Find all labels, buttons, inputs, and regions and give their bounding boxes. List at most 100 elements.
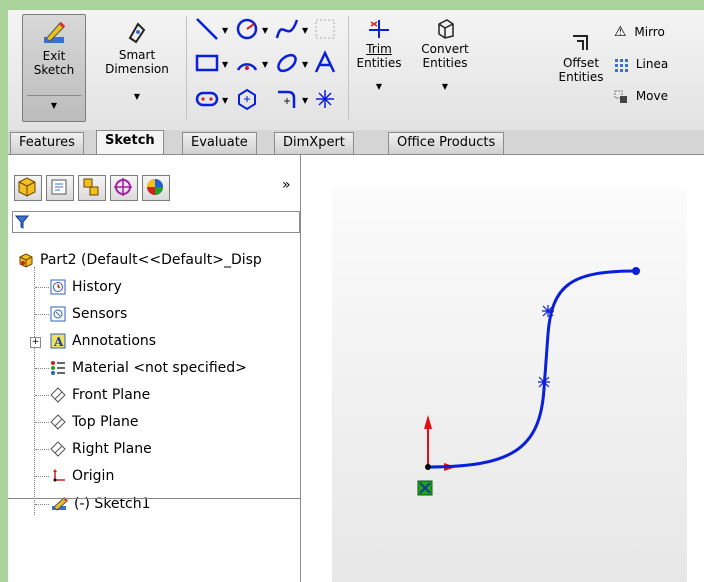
tree-divider — [8, 498, 300, 499]
point-tool-icon[interactable] — [312, 86, 338, 112]
trim-label-1: Trim — [366, 42, 392, 56]
plane-icon — [50, 414, 66, 430]
smart-dimension-button[interactable]: Smart Dimension ▼ — [92, 16, 182, 104]
tree-item-label: Right Plane — [72, 441, 152, 457]
tree-item-label: Origin — [72, 468, 115, 484]
dimxpert-manager-tab[interactable] — [110, 175, 138, 201]
tree-connector — [35, 504, 49, 505]
tree-item-label: Front Plane — [72, 387, 151, 403]
property-manager-tab[interactable] — [46, 175, 74, 201]
tree-item-annotations[interactable]: + A Annotations — [10, 328, 300, 355]
tree-item-sketch1[interactable]: (-) Sketch1 — [10, 491, 300, 518]
convert-entities-button[interactable]: Convert Entities ▼ — [412, 16, 478, 94]
origin-y-arrowhead — [424, 415, 432, 429]
tree-item-part[interactable]: Part2 (Default<<Default>_Disp — [10, 247, 300, 274]
polygon-tool-icon[interactable] — [234, 86, 260, 112]
chevron-down-icon[interactable]: ▼ — [354, 80, 404, 94]
move-entities-button[interactable]: Move — [614, 86, 668, 106]
tree-item-front-plane[interactable]: Front Plane — [10, 382, 300, 409]
chevron-down-icon[interactable]: ▼ — [23, 99, 85, 113]
tree-item-label: (-) Sketch1 — [74, 496, 151, 512]
tab-evaluate[interactable]: Evaluate — [182, 132, 257, 154]
tree-item-sensors[interactable]: Sensors — [10, 301, 300, 328]
spline-endpoint[interactable] — [632, 267, 640, 275]
chevron-down-icon[interactable]: ▼ — [222, 96, 228, 105]
exit-sketch-button[interactable]: Exit Sketch ▼ — [22, 14, 86, 122]
tree-item-label: Top Plane — [72, 414, 139, 430]
solidworks-window: Exit Sketch ▼ Smart Dimension ▼ ▼ ▼ ▼ ▼ … — [8, 10, 704, 582]
part-icon — [19, 253, 33, 268]
tree-connector — [35, 476, 49, 477]
material-icon — [51, 361, 65, 375]
tab-sketch[interactable]: Sketch — [96, 130, 164, 154]
ellipse-tool-icon[interactable] — [274, 50, 300, 76]
sketch-picture-icon[interactable] — [312, 16, 338, 42]
fillet-tool-icon[interactable] — [274, 86, 300, 112]
smart-dimension-icon — [128, 22, 146, 44]
chevron-down-icon[interactable]: ▼ — [302, 96, 308, 105]
chevron-down-icon[interactable]: ▼ — [222, 60, 228, 69]
feature-filter-bar[interactable] — [12, 211, 300, 233]
circle-tool-icon[interactable] — [234, 16, 260, 42]
tree-connector — [35, 287, 49, 288]
configuration-icon — [83, 178, 99, 196]
sketch-canvas[interactable] — [332, 189, 687, 582]
slot-tool-icon[interactable] — [194, 86, 220, 112]
feature-tree-icon — [18, 177, 36, 197]
offset-entities-icon — [573, 35, 588, 50]
mirror-entities-button[interactable]: ⚠ Mirro — [614, 22, 665, 42]
chevron-down-icon[interactable]: ▼ — [262, 60, 268, 69]
chevron-down-icon[interactable]: ▼ — [302, 60, 308, 69]
arc-tool-icon[interactable] — [234, 50, 260, 76]
graphics-area[interactable] — [301, 155, 704, 582]
sketch-viewport[interactable] — [332, 189, 687, 582]
chevron-down-icon[interactable]: ▼ — [222, 26, 228, 35]
tree-item-origin[interactable]: Origin — [10, 463, 300, 490]
smart-dimension-label-1: Smart — [118, 48, 156, 62]
trim-entities-button[interactable]: Trim Entities ▼ — [354, 16, 404, 94]
tab-office-products[interactable]: Office Products — [388, 132, 505, 154]
tab-features[interactable]: Features — [10, 132, 84, 154]
line-tool-icon[interactable] — [194, 16, 220, 42]
chevron-down-icon[interactable]: ▼ — [92, 90, 182, 104]
chevron-down-icon[interactable]: ▼ — [412, 80, 478, 94]
property-icon — [51, 179, 67, 195]
origin-point[interactable] — [425, 464, 431, 470]
expand-panel-button[interactable]: » — [282, 177, 291, 193]
mirror-label: Mirro — [634, 25, 665, 39]
chevron-down-icon[interactable]: ▼ — [302, 26, 308, 35]
spline-handle-upper[interactable] — [542, 305, 554, 317]
tree-item-label: Part2 (Default<<Default>_Disp — [40, 252, 262, 268]
offset-label-2: Entities — [558, 70, 604, 84]
dimxpert-icon — [114, 178, 132, 196]
filter-icon — [15, 215, 29, 229]
sketch-spline[interactable] — [427, 269, 637, 469]
button-split-line — [27, 95, 81, 96]
display-manager-tab[interactable] — [142, 175, 170, 201]
offset-label-1: Offset — [562, 56, 600, 70]
tree-item-right-plane[interactable]: Right Plane — [10, 436, 300, 463]
tab-dimxpert[interactable]: DimXpert — [274, 132, 354, 154]
linear-pattern-label: Linea — [635, 57, 669, 71]
smart-dimension-label-2: Dimension — [105, 62, 169, 76]
plane-icon — [50, 441, 66, 457]
expand-icon[interactable]: + — [30, 337, 41, 348]
display-icon — [147, 179, 163, 195]
feature-manager-panel: » Part2 (Default<<Default>_Disp History … — [8, 155, 301, 582]
spline-handle-lower[interactable] — [538, 376, 550, 388]
tree-item-top-plane[interactable]: Top Plane — [10, 409, 300, 436]
feature-manager-tab[interactable] — [14, 175, 42, 201]
tree-connector — [35, 368, 49, 369]
tree-item-history[interactable]: History — [10, 274, 300, 301]
spline-tool-icon[interactable] — [274, 16, 300, 42]
text-tool-icon[interactable] — [312, 50, 338, 76]
configuration-manager-tab[interactable] — [78, 175, 106, 201]
linear-pattern-button[interactable]: Linea — [614, 54, 668, 74]
exit-sketch-label-2: Sketch — [33, 63, 75, 77]
chevron-down-icon[interactable]: ▼ — [262, 26, 268, 35]
tree-item-material[interactable]: Material <not specified> — [10, 355, 300, 382]
offset-entities-button[interactable]: Offset Entities — [556, 32, 606, 84]
plane-icon — [50, 387, 66, 403]
rectangle-tool-icon[interactable] — [194, 50, 220, 76]
tree-connector — [35, 422, 49, 423]
